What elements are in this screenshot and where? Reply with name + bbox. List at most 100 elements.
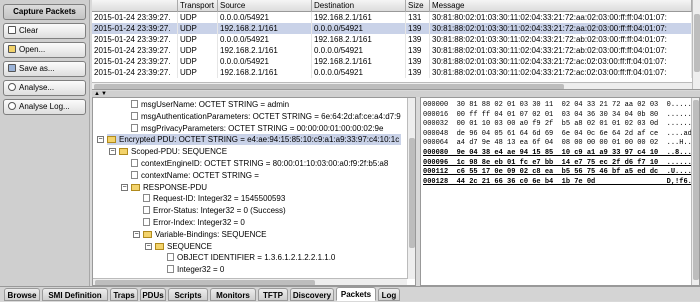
table-cell: 131: [406, 12, 430, 23]
table-cell: 2015-01-24 23:39:27.: [92, 45, 178, 56]
tree-node-label: msgPrivacyParameters: OCTET STRING = 00:…: [141, 123, 384, 133]
column-header[interactable]: Source: [218, 0, 312, 12]
tree-collapse-toggle[interactable]: −: [121, 183, 128, 191]
table-cell: UDP: [178, 56, 218, 67]
tree-node[interactable]: msgAuthenticationParameters: OCTET STRIN…: [131, 111, 401, 122]
table-cell: 139: [406, 23, 430, 34]
table-cell: 139: [406, 67, 430, 78]
leaf-icon: [143, 194, 150, 203]
tree-node[interactable]: Variable-Bindings: SEQUENCE: [143, 229, 266, 240]
pdu-tree-horizontal-scrollbar[interactable]: [93, 278, 407, 285]
column-header[interactable]: Destination: [312, 0, 406, 12]
tree-node[interactable]: msgPrivacyParameters: OCTET STRING = 00:…: [131, 123, 383, 134]
folder-icon: [119, 148, 128, 156]
tree-node[interactable]: msgUserName: OCTET STRING = admin: [131, 99, 289, 110]
table-cell: 0.0.0.0/54921: [218, 34, 312, 45]
tree-collapse-toggle[interactable]: −: [145, 242, 152, 250]
column-header[interactable]: Transport: [178, 0, 218, 12]
table-cell: 2015-01-24 23:39:27.: [92, 23, 178, 34]
table-cell: UDP: [178, 67, 218, 78]
pdu-tree-vertical-scrollbar[interactable]: [407, 98, 415, 279]
tab-traps[interactable]: Traps: [110, 288, 138, 301]
scrollbar-thumb[interactable]: [694, 14, 700, 72]
hex-row: 000000 30 81 88 02 01 03 30 11 02 04 33 …: [423, 101, 700, 109]
table-cell: 0.0.0.0/54921: [218, 56, 312, 67]
table-cell: 192.168.2.1/161: [312, 34, 406, 45]
packet-table-horizontal-scrollbar[interactable]: [92, 82, 692, 89]
tree-node[interactable]: Request-ID: Integer32 = 1545500593: [143, 193, 285, 204]
table-cell: 2015-01-24 23:39:27.: [92, 56, 178, 67]
tree-node[interactable]: Encrypted PDU: OCTET STRING = e4:ae:94:1…: [107, 134, 402, 146]
tree-node-label: contextName: OCTET STRING =: [141, 170, 259, 180]
tab-packets[interactable]: Packets: [336, 287, 376, 301]
table-cell: 30:81:88:02:01:03:30:11:02:04:33:21:72:a…: [430, 23, 692, 34]
analyse-log-label: Analyse Log...: [19, 102, 70, 111]
tab-log[interactable]: Log: [378, 288, 400, 301]
tab-pdus[interactable]: PDUs: [140, 288, 166, 301]
table-cell: UDP: [178, 23, 218, 34]
scrollbar-thumb[interactable]: [94, 84, 564, 89]
table-row[interactable]: 2015-01-24 23:39:27. UDP 192.168.2.1/161 0.…: [92, 45, 692, 56]
table-cell: 30:81:80:02:01:03:30:11:02:04:33:21:72:a…: [430, 12, 692, 23]
tree-node[interactable]: Scoped-PDU: SEQUENCE: [119, 146, 227, 157]
hex-row: 000016 00 ff ff 04 01 07 02 01 03 04 36 …: [423, 110, 700, 119]
clear-label: Clear: [19, 26, 39, 35]
tab-scripts[interactable]: Scripts: [168, 288, 208, 301]
analyse-log-button[interactable]: Analyse Log...: [3, 99, 86, 115]
scrollbar-thumb[interactable]: [409, 138, 415, 248]
tree-node[interactable]: RESPONSE-PDU: [131, 182, 207, 193]
tab-discovery[interactable]: Discovery: [290, 288, 334, 301]
table-row[interactable]: 2015-01-24 23:39:27. UDP 0.0.0.0/54921 192.…: [92, 56, 692, 67]
column-header[interactable]: Message: [430, 0, 692, 12]
table-cell: 192.168.2.1/161: [218, 23, 312, 34]
tree-node[interactable]: Integer32 = 0: [167, 264, 224, 275]
table-row[interactable]: 2015-01-24 23:39:27. UDP 0.0.0.0/54921 192.…: [92, 34, 692, 45]
tab-smi-definition[interactable]: SMI Definition: [42, 288, 108, 301]
clear-button[interactable]: Clear: [3, 23, 86, 39]
tab-monitors[interactable]: Monitors: [210, 288, 256, 301]
tree-collapse-toggle[interactable]: −: [109, 148, 116, 156]
tree-node-label: OBJECT IDENTIFIER = 1.3.6.1.2.1.2.2.1.1.…: [177, 253, 336, 263]
hex-row: 000032 00 01 10 03 00 a0 f9 2f b5 a8 02 …: [423, 120, 700, 129]
tree-node-label: msgAuthenticationParameters: OCTET STRIN…: [141, 111, 401, 121]
save-as-button[interactable]: Save as...: [3, 61, 86, 77]
table-cell: 0.0.0.0/54921: [312, 45, 406, 56]
leaf-icon: [131, 123, 138, 132]
tree-node-label: Error-Index: Integer32 = 0: [153, 218, 245, 227]
table-cell: 139: [406, 56, 430, 67]
tree-node[interactable]: contextName: OCTET STRING =: [131, 170, 259, 181]
analyse-button[interactable]: Analyse...: [3, 80, 86, 96]
table-row[interactable]: 2015-01-24 23:39:27. UDP 192.168.2.1/161 0.…: [92, 67, 692, 78]
hex-dump-vertical-scrollbar[interactable]: [691, 98, 699, 285]
table-row[interactable]: 2015-01-24 23:39:27. UDP 0.0.0.0/54921 192.…: [92, 12, 692, 23]
tree-collapse-toggle[interactable]: −: [97, 136, 104, 144]
tab-tftp[interactable]: TFTP: [258, 288, 288, 301]
table-cell: 192.168.2.1/161: [218, 67, 312, 78]
tree-node-label: Request-ID: Integer32 = 1545500593: [153, 194, 286, 204]
scrollbar-thumb[interactable]: [693, 100, 699, 280]
tree-node[interactable]: Error-Status: Integer32 = 0 (Success): [143, 205, 286, 216]
table-cell: 2015-01-24 23:39:27.: [92, 34, 178, 45]
packet-table-vertical-scrollbar[interactable]: [692, 0, 700, 89]
tree-node[interactable]: contextEngineID: OCTET STRING = 80:00:01…: [131, 158, 388, 169]
column-header[interactable]: [92, 0, 178, 12]
capture-packets-button[interactable]: Capture Packets: [3, 4, 86, 20]
folder-icon: [131, 183, 140, 191]
tree-node[interactable]: Error-Index: Integer32 = 0: [143, 217, 245, 228]
table-cell: 192.168.2.1/161: [218, 45, 312, 56]
tree-node[interactable]: OBJECT IDENTIFIER = 1.3.6.1.2.1.2.2.1.1.…: [167, 252, 335, 263]
column-header[interactable]: Size: [406, 0, 430, 12]
analyse-label: Analyse...: [19, 83, 55, 92]
analyse-icon: [8, 83, 16, 91]
tree-node-label: RESPONSE-PDU: [143, 182, 208, 192]
tree-node-label: msgUserName: OCTET STRING = admin: [141, 100, 290, 109]
tree-collapse-toggle[interactable]: −: [133, 230, 140, 238]
leaf-icon: [167, 265, 174, 274]
table-cell: 139: [406, 45, 430, 56]
table-cell: 30:81:88:02:01:03:30:11:02:04:33:21:72:a…: [430, 45, 692, 56]
tab-browse[interactable]: Browse: [4, 288, 40, 301]
tree-node[interactable]: SEQUENCE: [155, 241, 212, 252]
packet-table-header: Transport Source Destination Size Message: [92, 0, 692, 12]
open-button[interactable]: Open...: [3, 42, 86, 58]
table-row[interactable]: 2015-01-24 23:39:27. UDP 192.168.2.1/161 0.…: [92, 23, 692, 34]
